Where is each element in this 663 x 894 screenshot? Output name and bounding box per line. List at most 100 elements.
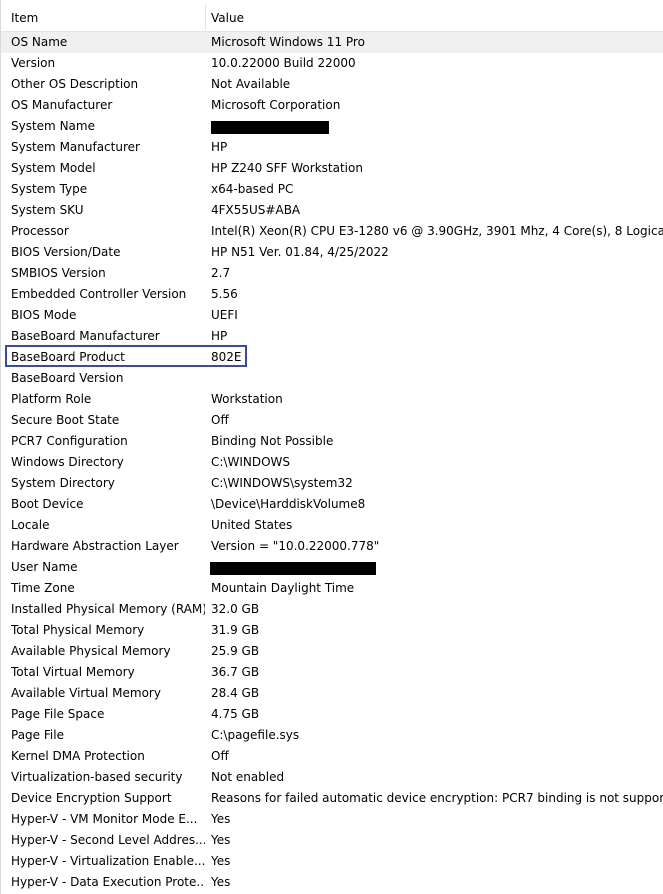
table-row[interactable]: System SKU 4FX55US#ABA (1, 200, 663, 221)
row-value: Version = "10.0.22000.778" (211, 539, 380, 553)
row-item-label: Hardware Abstraction Layer (11, 539, 179, 553)
row-item-label: SMBIOS Version (11, 266, 106, 280)
table-row[interactable]: PCR7 Configuration Binding Not Possible (1, 431, 663, 452)
row-item-label: System Name (11, 119, 95, 133)
row-item-label: Secure Boot State (11, 413, 120, 427)
row-item-label: User Name (11, 560, 78, 574)
table-row[interactable]: Hyper-V - Virtualization Enable... Yes (1, 851, 663, 872)
row-value: C:\WINDOWS (211, 455, 291, 469)
table-row[interactable]: Boot Device \Device\HarddiskVolume8 (1, 494, 663, 515)
row-item-label: Processor (11, 224, 69, 238)
table-row[interactable]: Total Physical Memory 31.9 GB (1, 620, 663, 641)
table-row[interactable]: System Manufacturer HP (1, 137, 663, 158)
row-item-label: Version (11, 56, 56, 70)
table-row[interactable]: Total Virtual Memory 36.7 GB (1, 662, 663, 683)
row-value: Not Available (211, 77, 291, 91)
row-value: HP (211, 329, 228, 343)
row-item-label: Hyper-V - Virtualization Enable... (11, 854, 205, 868)
row-value: \Device\HarddiskVolume8 (211, 497, 366, 511)
table-row[interactable]: Virtualization-based security Not enabled (1, 767, 663, 788)
row-value: Intel(R) Xeon(R) CPU E3-1280 v6 @ 3.90GH… (211, 224, 663, 238)
row-item-label: Available Virtual Memory (11, 686, 161, 700)
row-item-label: Hyper-V - VM Monitor Mode E... (11, 812, 198, 826)
system-info-list[interactable]: Item Value OS Name Microsoft Windows 11 P… (0, 0, 663, 894)
column-header-value[interactable]: Value (211, 0, 244, 31)
table-row[interactable]: SMBIOS Version 2.7 (1, 263, 663, 284)
table-row[interactable]: User Name (1, 557, 663, 578)
table-row[interactable]: Secure Boot State Off (1, 410, 663, 431)
row-value: Off (211, 413, 229, 427)
table-row[interactable]: Hyper-V - VM Monitor Mode E... Yes (1, 809, 663, 830)
table-row[interactable]: Available Virtual Memory 28.4 GB (1, 683, 663, 704)
table-row[interactable]: Other OS Description Not Available (1, 74, 663, 95)
row-value: C:\WINDOWS\system32 (211, 476, 353, 490)
row-item-label: System Manufacturer (11, 140, 140, 154)
table-row[interactable]: System Name (1, 116, 663, 137)
row-value: 31.9 GB (211, 623, 260, 637)
table-row[interactable]: OS Name Microsoft Windows 11 Pro (1, 32, 663, 53)
row-value: 4FX55US#ABA (211, 203, 301, 217)
row-item-label: System Type (11, 182, 88, 196)
row-value: 4.75 GB (211, 707, 260, 721)
table-row[interactable]: Kernel DMA Protection Off (1, 746, 663, 767)
table-row[interactable]: Locale United States (1, 515, 663, 536)
row-value: 28.4 GB (211, 686, 260, 700)
row-item-label: OS Manufacturer (11, 98, 113, 112)
row-item-label: Total Physical Memory (11, 623, 145, 637)
table-row[interactable]: BaseBoard Product 802E (1, 347, 663, 368)
table-row[interactable]: System Type x64-based PC (1, 179, 663, 200)
redaction-bar (210, 562, 376, 575)
column-header-item[interactable]: Item (11, 0, 38, 31)
row-item-label: Hyper-V - Second Level Addres... (11, 833, 205, 847)
row-item-label: Platform Role (11, 392, 92, 406)
row-value: Yes (211, 812, 231, 826)
row-value: 5.56 (211, 287, 238, 301)
table-row[interactable]: BIOS Mode UEFI (1, 305, 663, 326)
table-row[interactable]: Time Zone Mountain Daylight Time (1, 578, 663, 599)
row-item-label: Locale (11, 518, 50, 532)
table-row[interactable]: OS Manufacturer Microsoft Corporation (1, 95, 663, 116)
table-row[interactable]: Embedded Controller Version 5.56 (1, 284, 663, 305)
row-item-label: BaseBoard Version (11, 371, 124, 385)
list-header: Item Value (1, 0, 663, 32)
column-separator[interactable] (205, 4, 206, 30)
row-value: 36.7 GB (211, 665, 260, 679)
row-item-label: OS Name (11, 35, 68, 49)
table-row[interactable]: System Model HP Z240 SFF Workstation (1, 158, 663, 179)
table-row[interactable]: Page File C:\pagefile.sys (1, 725, 663, 746)
table-row[interactable]: Processor Intel(R) Xeon(R) CPU E3-1280 v6… (1, 221, 663, 242)
row-item-label: Installed Physical Memory (RAM) (11, 602, 205, 616)
table-row[interactable]: Windows Directory C:\WINDOWS (1, 452, 663, 473)
row-item-label: Time Zone (11, 581, 75, 595)
row-value: 25.9 GB (211, 644, 260, 658)
table-row[interactable]: BaseBoard Manufacturer HP (1, 326, 663, 347)
row-value: 32.0 GB (211, 602, 260, 616)
row-item-label: System Directory (11, 476, 115, 490)
row-value: Yes (211, 833, 231, 847)
row-item-label: BIOS Version/Date (11, 245, 121, 259)
row-item-label: Other OS Description (11, 77, 139, 91)
row-value: C:\pagefile.sys (211, 728, 300, 742)
row-item-label: BaseBoard Manufacturer (11, 329, 160, 343)
row-value: x64-based PC (211, 182, 294, 196)
row-value: HP Z240 SFF Workstation (211, 161, 363, 175)
table-row[interactable]: Hardware Abstraction Layer Version = "10.… (1, 536, 663, 557)
row-value: HP N51 Ver. 01.84, 4/25/2022 (211, 245, 389, 259)
row-value: Workstation (211, 392, 283, 406)
table-row[interactable]: System Directory C:\WINDOWS\system32 (1, 473, 663, 494)
table-row[interactable]: BaseBoard Version (1, 368, 663, 389)
table-row[interactable]: BIOS Version/Date HP N51 Ver. 01.84, 4/25… (1, 242, 663, 263)
list-rows: OS Name Microsoft Windows 11 Pro Version 10… (1, 32, 663, 893)
table-row[interactable]: Hyper-V - Data Execution Prote... Yes (1, 872, 663, 893)
table-row[interactable]: Device Encryption Support Reasons for fai… (1, 788, 663, 809)
table-row[interactable]: Available Physical Memory 25.9 GB (1, 641, 663, 662)
row-item-label: PCR7 Configuration (11, 434, 128, 448)
row-value: 2.7 (211, 266, 231, 280)
redaction-bar (211, 121, 329, 134)
table-row[interactable]: Version 10.0.22000 Build 22000 (1, 53, 663, 74)
table-row[interactable]: Platform Role Workstation (1, 389, 663, 410)
row-value: Microsoft Windows 11 Pro (211, 35, 365, 49)
table-row[interactable]: Page File Space 4.75 GB (1, 704, 663, 725)
table-row[interactable]: Installed Physical Memory (RAM) 32.0 GB (1, 599, 663, 620)
table-row[interactable]: Hyper-V - Second Level Addres... Yes (1, 830, 663, 851)
